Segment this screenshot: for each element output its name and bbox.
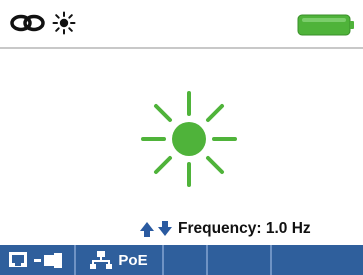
status-bar xyxy=(0,0,363,44)
tester-screen: Frequency: 1.0 Hz PoE xyxy=(0,0,363,275)
softkey-poe[interactable]: PoE xyxy=(76,245,164,275)
chain-link-icon xyxy=(10,14,45,32)
softkey-port[interactable] xyxy=(0,245,76,275)
softkey-5[interactable] xyxy=(272,245,363,275)
up-down-arrows-icon[interactable] xyxy=(140,219,172,239)
flashing-light-icon xyxy=(52,11,76,35)
softkey-4[interactable] xyxy=(208,245,272,275)
port-connector-icon xyxy=(9,252,62,268)
frequency-label: Frequency: 1.0 Hz xyxy=(178,220,311,237)
status-divider xyxy=(0,47,363,49)
sun-light-icon xyxy=(141,91,237,187)
frequency-row: Frequency: 1.0 Hz xyxy=(140,218,311,240)
softkey-poe-label: PoE xyxy=(118,251,148,269)
battery-full-icon xyxy=(297,14,354,36)
softkey-bar: PoE xyxy=(0,245,363,275)
network-icon xyxy=(90,251,113,269)
softkey-3[interactable] xyxy=(164,245,208,275)
